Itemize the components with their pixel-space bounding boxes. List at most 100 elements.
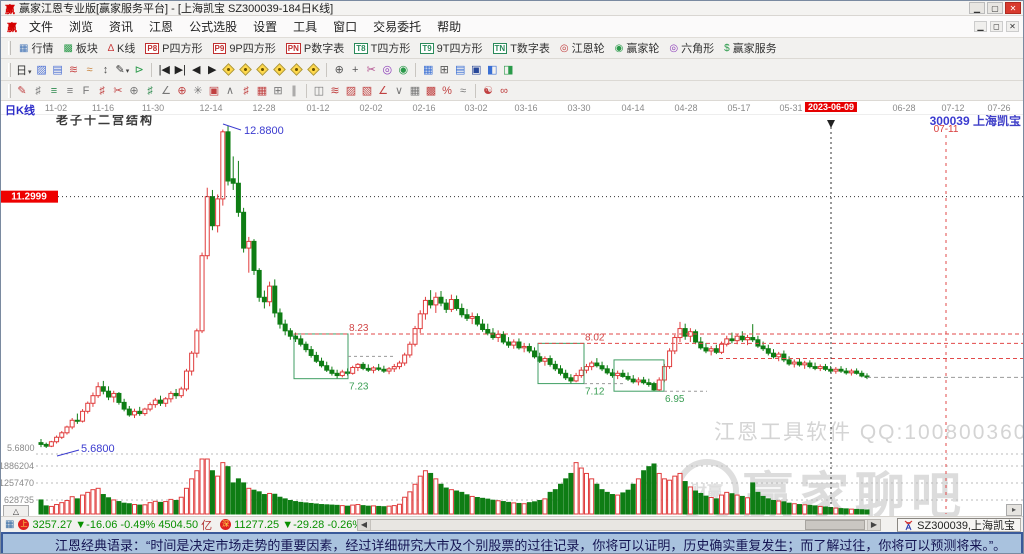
draw-tool-13[interactable]: ∧ [222,83,238,98]
mdi-control-1[interactable]: ◻ [990,21,1003,32]
draw-tool-22[interactable]: ▧ [359,83,375,98]
close-button[interactable]: ✕ [1005,2,1021,14]
flag-icon[interactable]: ⊳ [131,62,147,77]
quote-grid-icon[interactable]: ▦ [5,519,14,530]
gann-diamond-2[interactable] [239,63,252,76]
scroll-right-arrow[interactable]: ▶ [867,520,880,530]
network-sync-icon[interactable]: ◨ [500,62,516,77]
draw-tool-21[interactable]: ▨ [343,83,359,98]
crosshair-icon[interactable]: + [347,63,363,77]
mdi-control-0[interactable]: ▁ [974,21,987,32]
gann-diamond-5[interactable] [290,63,303,76]
tool-winner-wheel[interactable]: ◉赢家轮 [610,39,665,57]
menu-item-settings[interactable]: 设置 [245,16,285,37]
minimize-button[interactable]: ▁ [969,2,985,14]
draw-tool-17[interactable]: ∥ [286,83,302,98]
tool-kline[interactable]: ∆K线 [103,39,140,57]
menu-item-help[interactable]: 帮助 [429,16,469,37]
tool-p-number-table[interactable]: PNP数字表 [281,39,349,57]
candle-style-icon[interactable]: ▨ [34,62,50,77]
notes-icon[interactable]: ▤ [452,62,468,77]
tool-t-number-table[interactable]: TNT数字表 [488,39,555,57]
gann-diamond-4[interactable] [273,63,286,76]
draw-tool-2[interactable]: ≡ [46,84,62,98]
draw-dropdown[interactable]: ✎▾ [114,62,132,77]
save-icon[interactable]: ▣ [468,62,484,77]
draw-tool-4[interactable]: F [78,84,94,98]
scroll-left-arrow[interactable]: ◀ [358,520,371,530]
draw-tool-23[interactable]: ∠ [375,83,391,98]
draw-tool-5[interactable]: ♯ [94,84,110,98]
index-quote-shanghai-index[interactable]: 上3257.27 ▼-16.06 -0.49% 4504.50亿 [18,517,212,533]
tool-sectors[interactable]: ▩板块 [58,39,102,57]
menu-item-trade-order[interactable]: 交易委托 [365,16,429,37]
tool-9t-square[interactable]: T99T四方形 [415,39,487,57]
tool-gann-wheel[interactable]: ◎江恩轮 [555,39,610,57]
draw-tool-20[interactable]: ≋ [327,83,343,98]
maximize-button[interactable]: ▢ [987,2,1003,14]
kline-chart[interactable]: 江恩工具软件 QQ:100800360财赢赢家聊吧8.237.238.027.1… [1,115,1024,516]
horizontal-scrollbar[interactable]: ◀ ▶ [357,519,881,531]
gann-diamond-3[interactable] [256,63,269,76]
draw-tool-10[interactable]: ⊕ [174,83,190,98]
scissors-icon[interactable]: ✂ [363,62,379,77]
draw-tool-25[interactable]: ▦ [407,83,423,98]
bar-style-icon[interactable]: ▤ [50,62,66,77]
network-icon[interactable]: ◧ [484,62,500,77]
volume-bar [792,504,796,514]
next-icon[interactable]: ▶ [204,62,220,77]
draw-tool-31[interactable]: ∞ [496,84,512,98]
menu-item-formula-stock-pick[interactable]: 公式选股 [181,16,245,37]
tool-hexagon[interactable]: ◎六角形 [664,39,719,57]
menu-item-file[interactable]: 文件 [21,16,61,37]
period-day-dropdown[interactable]: 日▾ [14,61,34,79]
kline-red-icon[interactable]: ≋ [66,62,82,77]
gann-diamond-1[interactable] [222,63,235,76]
draw-tool-24[interactable]: ∨ [391,83,407,98]
draw-tool-30[interactable]: ☯ [480,83,496,98]
vertical-scale-icon[interactable]: ↕ [98,63,114,77]
tool-p-square[interactable]: P8P四方形 [140,39,207,57]
tool-market-quotes[interactable]: ▦行情 [14,39,58,57]
go-first-icon[interactable]: |◀ [156,62,172,77]
draw-tool-3[interactable]: ≡ [62,84,78,98]
wave-icon[interactable]: ≈ [82,63,98,77]
menu-item-gann[interactable]: 江恩 [141,16,181,37]
tool-t-square[interactable]: T8T四方形 [349,39,415,57]
draw-tool-12[interactable]: ▣ [206,83,222,98]
gann-diamond-6[interactable] [307,63,320,76]
calendar-icon[interactable]: ▦ [420,62,436,77]
scroll-track[interactable] [371,520,867,530]
draw-tool-14[interactable]: ♯ [238,84,254,98]
draw-tool-9[interactable]: ∠ [158,83,174,98]
scroll-corner-button[interactable]: ▸ [1006,504,1022,516]
draw-tool-11[interactable]: ✳ [190,83,206,98]
draw-tool-8[interactable]: ♯ [142,84,158,98]
draw-tool-0[interactable]: ✎ [14,83,30,98]
scroll-thumb[interactable] [805,520,865,530]
tool-winner-service[interactable]: $赢家服务 [719,39,782,57]
menu-item-browse[interactable]: 浏览 [61,16,101,37]
go-last-icon[interactable]: ▶| [172,62,188,77]
menu-item-tools[interactable]: 工具 [285,16,325,37]
green-wheel-icon[interactable]: ◉ [395,62,411,77]
draw-tool-1[interactable]: ♯ [30,84,46,98]
draw-tool-19[interactable]: ◫ [311,83,327,98]
draw-tool-15[interactable]: ▦ [254,83,270,98]
draw-tool-7[interactable]: ⊕ [126,83,142,98]
draw-tool-16[interactable]: ⊞ [270,83,286,98]
pan-hand-icon[interactable]: ⊕ [331,62,347,77]
prev-icon[interactable]: ◀ [188,62,204,77]
draw-tool-26[interactable]: ▩ [423,83,439,98]
menu-item-news[interactable]: 资讯 [101,16,141,37]
purple-wheel-icon[interactable]: ◎ [379,62,395,77]
tool-9p-square[interactable]: P99P四方形 [208,39,281,57]
menu-item-window[interactable]: 窗口 [325,16,365,37]
mdi-control-2[interactable]: ✕ [1006,21,1019,32]
current-symbol-box[interactable]: SZ300039,上海凯宝 [897,518,1021,532]
draw-tool-6[interactable]: ✂ [110,83,126,98]
period-label[interactable]: 日K线 [5,102,35,118]
draw-tool-27[interactable]: % [439,84,455,98]
calculator-icon[interactable]: ⊞ [436,62,452,77]
draw-tool-28[interactable]: ≈ [455,84,471,98]
